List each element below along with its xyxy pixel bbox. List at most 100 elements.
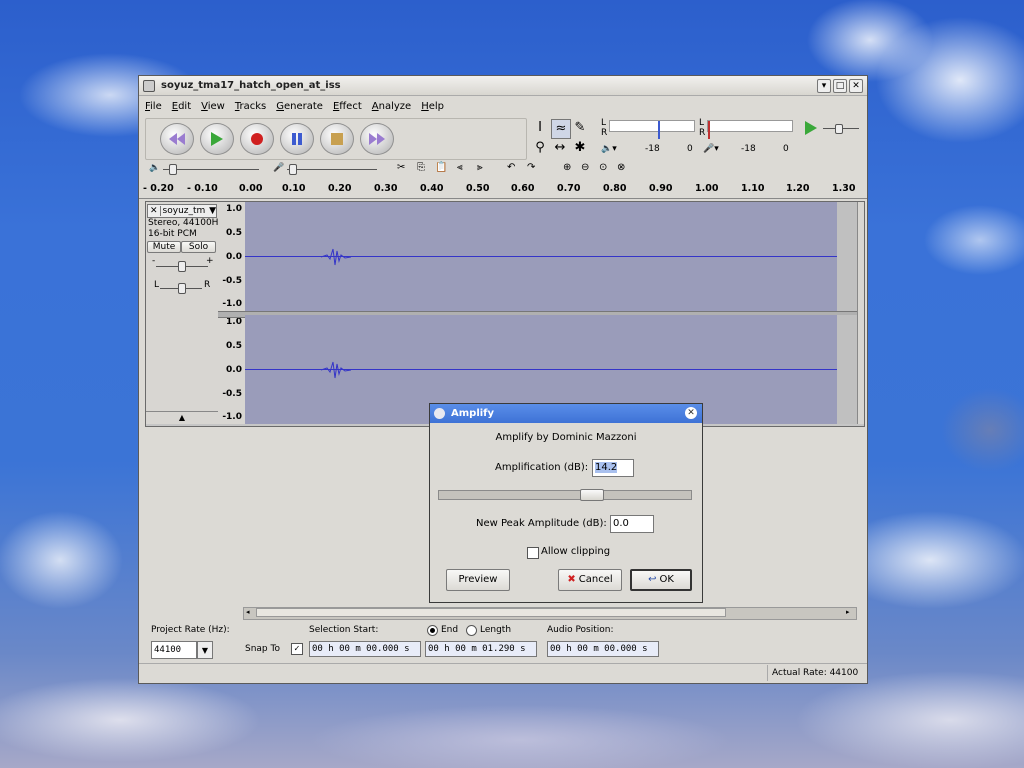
record-volume-slider[interactable] bbox=[287, 169, 377, 170]
record-volume-thumb[interactable] bbox=[289, 164, 297, 175]
menu-analyze[interactable]: Analyze bbox=[372, 101, 411, 112]
scale-label: -0.5 bbox=[222, 276, 242, 286]
meter-toolbar: L R L R 🔈▾ -18 0 🎤▾ -18 0 bbox=[599, 118, 793, 158]
envelope-tool-icon[interactable]: ≈ bbox=[551, 119, 571, 139]
menu-generate[interactable]: Generate bbox=[276, 101, 323, 112]
skip-end-icon bbox=[369, 133, 385, 145]
track-name-menu[interactable]: ✕ soyuz_tm ▼ bbox=[147, 204, 217, 218]
copy-icon[interactable]: ⎘ bbox=[417, 162, 425, 173]
input-meter-r: R bbox=[699, 128, 706, 138]
audio-position-field[interactable]: 00 h 00 m 00.000 s bbox=[547, 641, 659, 657]
zoom-out-icon[interactable]: ⊖ bbox=[581, 162, 589, 173]
length-radio[interactable] bbox=[466, 625, 477, 636]
mute-button[interactable]: Mute bbox=[147, 241, 181, 253]
menu-view[interactable]: View bbox=[201, 101, 225, 112]
ok-icon: ↩ bbox=[648, 574, 657, 585]
output-db-label: -18 bbox=[645, 144, 660, 154]
dialog-subtitle: Amplify by Dominic Mazzoni bbox=[495, 432, 637, 443]
menu-help[interactable]: Help bbox=[421, 101, 444, 112]
scrollbar-thumb[interactable] bbox=[256, 608, 726, 617]
scale-label: 0.0 bbox=[226, 252, 242, 262]
fit-project-icon[interactable]: ⊗ bbox=[617, 162, 625, 173]
ruler-tick: 0.50 bbox=[466, 183, 490, 194]
redo-icon[interactable]: ↷ bbox=[527, 162, 535, 173]
menu-file[interactable]: File bbox=[145, 101, 162, 112]
zoom-in-icon[interactable]: ⊕ bbox=[563, 162, 571, 173]
trim-icon[interactable]: ⫷ bbox=[457, 162, 463, 173]
scale-label: 0.5 bbox=[226, 341, 242, 351]
track-close-icon[interactable]: ✕ bbox=[148, 206, 161, 216]
ruler-tick: 0.20 bbox=[328, 183, 352, 194]
play-button[interactable] bbox=[200, 123, 234, 155]
stop-button[interactable] bbox=[320, 123, 354, 155]
menu-edit[interactable]: Edit bbox=[172, 101, 191, 112]
selection-start-field[interactable]: 00 h 00 m 00.000 s bbox=[309, 641, 421, 657]
mixer-edit-toolbar: 🔈 🎤 ✂ ⎘ 📋 ⫷ ⫸ ↶ ↷ ⊕ ⊖ ⊙ ⊗ bbox=[145, 160, 865, 180]
allow-clipping-checkbox[interactable] bbox=[527, 547, 539, 559]
end-radio[interactable] bbox=[427, 625, 438, 636]
scale-label: 1.0 bbox=[226, 317, 242, 327]
record-button[interactable] bbox=[240, 123, 274, 155]
microphone-icon[interactable]: 🎤▾ bbox=[703, 144, 719, 154]
timeshift-tool-icon[interactable]: ↔ bbox=[551, 139, 569, 157]
project-rate-field[interactable]: 44100 bbox=[151, 641, 197, 659]
solo-button[interactable]: Solo bbox=[181, 241, 216, 253]
ruler-tick: 0.30 bbox=[374, 183, 398, 194]
peak-amplitude-label: New Peak Amplitude (dB): bbox=[476, 518, 607, 529]
scroll-left-icon[interactable]: ◂ bbox=[246, 608, 254, 617]
ok-button[interactable]: ↩ OK bbox=[630, 569, 692, 591]
draw-tool-icon[interactable]: ✎ bbox=[571, 119, 589, 137]
ruler-tick: - 0.20 bbox=[143, 183, 174, 194]
cancel-icon: ✖ bbox=[567, 574, 576, 585]
fit-selection-icon[interactable]: ⊙ bbox=[599, 162, 607, 173]
playback-volume-thumb[interactable] bbox=[169, 164, 177, 175]
playback-volume-slider[interactable] bbox=[163, 169, 259, 170]
gain-slider-thumb[interactable] bbox=[178, 261, 186, 272]
menu-effect[interactable]: Effect bbox=[333, 101, 362, 112]
menu-bar: File Edit View Tracks Generate Effect An… bbox=[139, 96, 867, 116]
peak-amplitude-input[interactable]: 0.0 bbox=[610, 515, 654, 533]
amplification-slider[interactable] bbox=[438, 489, 692, 501]
paste-icon[interactable]: 📋 bbox=[435, 162, 447, 173]
play-at-speed-icon[interactable] bbox=[805, 121, 817, 135]
cancel-label: Cancel bbox=[578, 574, 613, 585]
pause-button[interactable] bbox=[280, 123, 314, 155]
vertical-scrollbar[interactable] bbox=[857, 202, 864, 424]
ruler-tick: 1.20 bbox=[786, 183, 810, 194]
waveform-left-channel[interactable] bbox=[245, 202, 837, 311]
minimize-icon[interactable]: ▾ bbox=[817, 78, 831, 93]
skip-start-button[interactable] bbox=[160, 123, 194, 155]
timeline-ruler[interactable]: - 0.20 - 0.10 0.00 0.10 0.20 0.30 0.40 0… bbox=[139, 181, 867, 199]
pan-slider-thumb[interactable] bbox=[178, 283, 186, 294]
ruler-tick: 0.00 bbox=[239, 183, 263, 194]
amplification-input[interactable]: 14.2 bbox=[592, 459, 634, 477]
snap-to-checkbox[interactable]: ✓ bbox=[291, 643, 303, 655]
track-control-panel: ✕ soyuz_tm ▼ Stereo, 44100Hz 16-bit PCM … bbox=[146, 202, 223, 424]
amplification-slider-thumb[interactable] bbox=[580, 489, 604, 501]
zoom-tool-icon[interactable]: ⚲ bbox=[531, 139, 549, 157]
speed-slider-thumb[interactable] bbox=[835, 124, 843, 134]
selection-end-field[interactable]: 00 h 00 m 01.290 s bbox=[425, 641, 537, 657]
multi-tool-icon[interactable]: ✱ bbox=[571, 139, 589, 157]
snap-to-label: Snap To bbox=[245, 644, 280, 654]
horizontal-scrollbar[interactable]: ◂ ▸ bbox=[243, 607, 857, 620]
silence-icon[interactable]: ⫸ bbox=[477, 162, 483, 173]
output-meter[interactable] bbox=[609, 120, 695, 139]
cut-icon[interactable]: ✂ bbox=[397, 162, 405, 173]
project-rate-dropdown-icon[interactable]: ▼ bbox=[197, 641, 213, 659]
app-icon bbox=[143, 79, 155, 92]
menu-tracks[interactable]: Tracks bbox=[235, 101, 266, 112]
scroll-right-icon[interactable]: ▸ bbox=[846, 608, 854, 617]
skip-end-button[interactable] bbox=[360, 123, 394, 155]
dialog-close-icon[interactable]: ✕ bbox=[685, 407, 697, 419]
scale-label: -1.0 bbox=[222, 299, 242, 309]
selection-tool-icon[interactable]: I bbox=[531, 119, 549, 137]
maximize-icon[interactable]: □ bbox=[833, 78, 847, 93]
collapse-track-icon[interactable]: ▲ bbox=[146, 411, 218, 424]
close-icon[interactable]: ✕ bbox=[849, 78, 863, 93]
speaker-icon[interactable]: 🔈▾ bbox=[601, 144, 617, 154]
input-meter[interactable] bbox=[707, 120, 793, 139]
preview-button[interactable]: Preview bbox=[446, 569, 510, 591]
undo-icon[interactable]: ↶ bbox=[507, 162, 515, 173]
cancel-button[interactable]: ✖ Cancel bbox=[558, 569, 622, 591]
